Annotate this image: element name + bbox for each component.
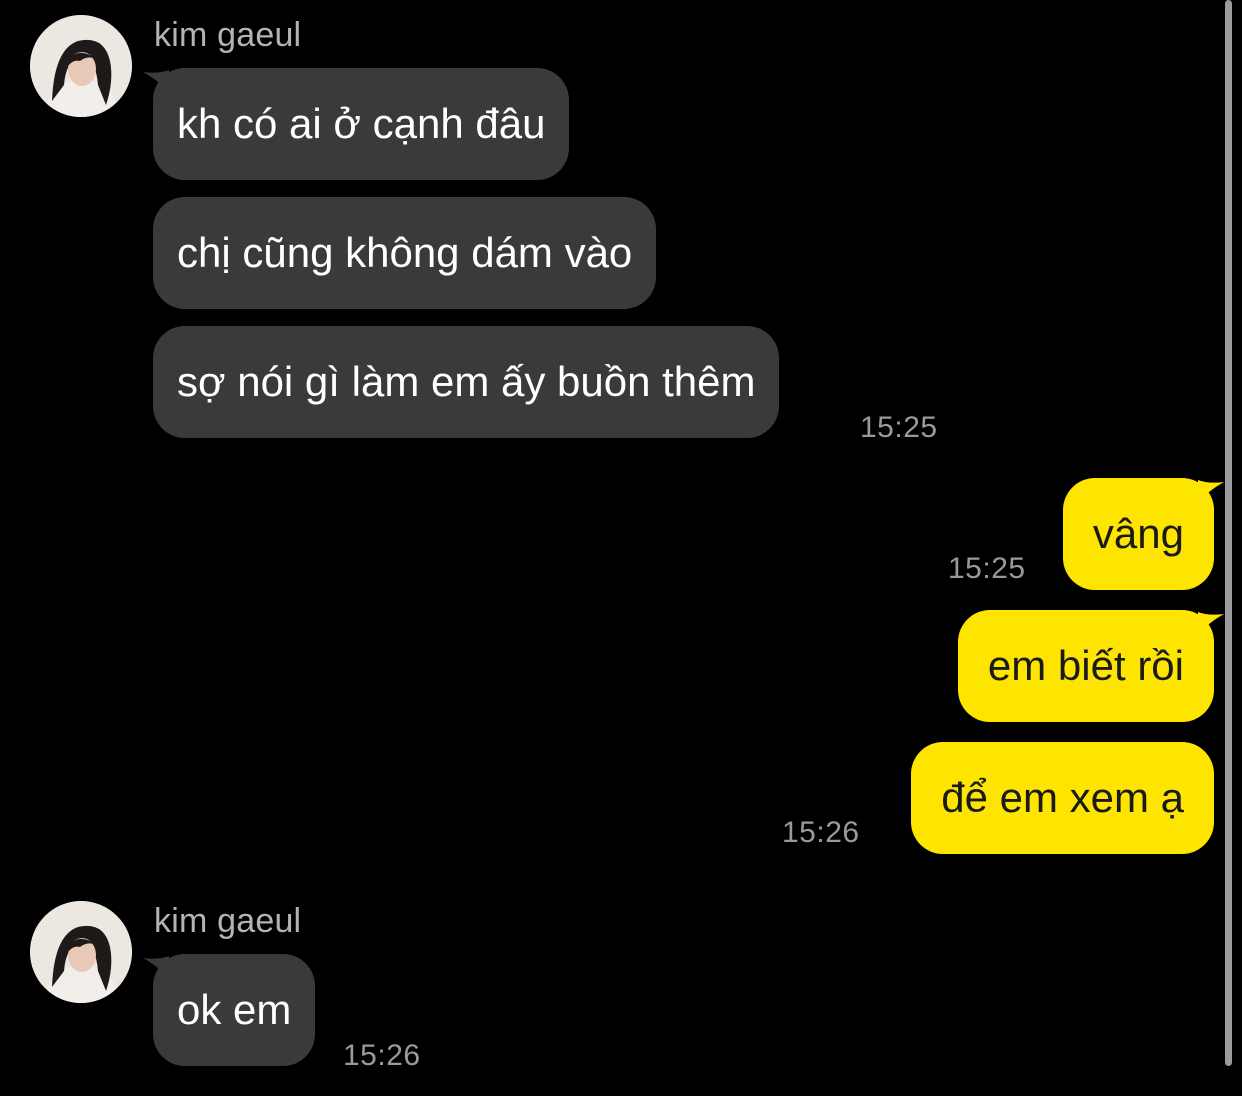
scrollbar[interactable] — [1225, 0, 1232, 1066]
message-timestamp: 15:26 — [343, 1039, 421, 1072]
message-timestamp: 15:25 — [948, 552, 1026, 585]
profile-photo — [30, 15, 132, 117]
sender-name: kim gaeul — [154, 16, 302, 54]
message-bubble-outgoing[interactable]: để em xem ạ — [911, 742, 1214, 854]
message-bubble-outgoing[interactable]: vâng — [1062, 478, 1214, 590]
profile-photo — [30, 901, 132, 1003]
avatar[interactable] — [30, 901, 132, 1003]
avatar[interactable] — [30, 15, 132, 117]
message-bubble-incoming[interactable]: kh có ai ở cạnh đâu — [153, 68, 570, 180]
sender-name: kim gaeul — [154, 902, 302, 940]
message-bubble-incoming[interactable]: chị cũng không dám vào — [153, 197, 657, 309]
message-bubble-outgoing[interactable]: em biết rồi — [957, 610, 1214, 722]
message-timestamp: 15:25 — [860, 411, 938, 444]
chat-area: kim gaeul kh có ai ở cạnh đâu chị cũng k… — [0, 0, 1242, 1096]
message-bubble-incoming[interactable]: ok em — [153, 954, 316, 1066]
message-timestamp: 15:26 — [782, 816, 860, 849]
message-bubble-incoming[interactable]: sợ nói gì làm em ấy buồn thêm — [153, 326, 780, 438]
